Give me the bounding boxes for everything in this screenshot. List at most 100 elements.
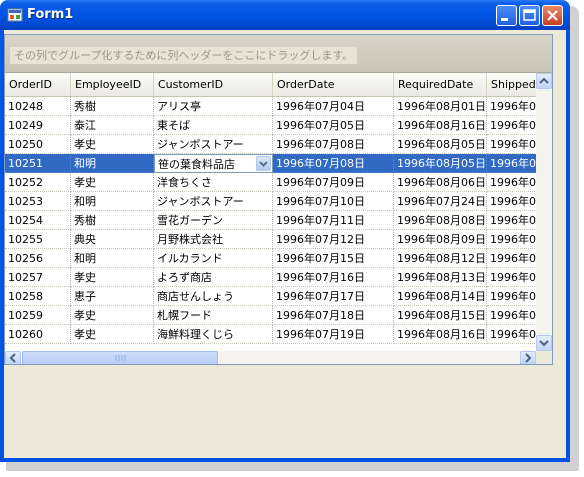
table-cell[interactable]: 孝史 <box>71 268 154 287</box>
table-cell[interactable]: 1996年08月05日 <box>394 154 487 173</box>
table-cell[interactable]: イルカランド <box>154 249 273 268</box>
table-cell[interactable]: 10253 <box>5 192 71 211</box>
scroll-right-button[interactable] <box>520 351 536 364</box>
table-row[interactable]: 10249 泰江 東そば 1996年07月05日 1996年08月16日 1996年07 <box>5 116 536 135</box>
column-header-employeeid[interactable]: EmployeeID <box>71 73 154 96</box>
table-cell[interactable]: 秀樹 <box>71 97 154 116</box>
table-cell[interactable]: 恵子 <box>71 287 154 306</box>
table-cell[interactable]: よろず商店 <box>154 268 273 287</box>
column-header-requireddate[interactable]: RequiredDate <box>394 73 487 96</box>
table-cell[interactable]: 10256 <box>5 249 71 268</box>
table-cell[interactable]: 雪花ガーデン <box>154 211 273 230</box>
scroll-down-button[interactable] <box>536 335 552 351</box>
table-row[interactable]: 10254 秀樹 雪花ガーデン 1996年07月11日 1996年08月08日 1996年… <box>5 211 536 230</box>
table-cell[interactable]: 1996年07月17日 <box>273 287 394 306</box>
combo-dropdown-button[interactable] <box>256 156 271 171</box>
table-cell[interactable]: 1996年07 <box>487 287 536 306</box>
table-cell[interactable]: 1996年08月16日 <box>394 116 487 135</box>
table-cell[interactable]: 海鮮料理くじら <box>154 325 273 344</box>
table-cell[interactable]: 10260 <box>5 325 71 344</box>
table-cell[interactable]: 和明 <box>71 192 154 211</box>
table-cell[interactable]: 1996年07月16日 <box>273 268 394 287</box>
table-cell[interactable]: 10250 <box>5 135 71 154</box>
table-cell[interactable]: 10251 <box>5 154 71 173</box>
table-cell[interactable]: 1996年07月12日 <box>273 230 394 249</box>
table-cell[interactable]: 孝史 <box>71 135 154 154</box>
horizontal-scrollbar[interactable] <box>5 351 536 364</box>
table-cell[interactable]: 1996年07 <box>487 116 536 135</box>
minimize-button[interactable] <box>496 5 517 26</box>
table-cell[interactable]: 1996年07月08日 <box>273 135 394 154</box>
table-cell[interactable]: 孝史 <box>71 325 154 344</box>
table-row[interactable]: 10257 孝史 よろず商店 1996年07月16日 1996年08月13日 1996年0… <box>5 268 536 287</box>
scroll-up-button[interactable] <box>536 73 552 89</box>
table-row[interactable]: 10260 孝史 海鮮料理くじら 1996年07月19日 1996年08月16日 1996… <box>5 325 536 344</box>
table-cell[interactable]: 10259 <box>5 306 71 325</box>
table-cell[interactable]: 1996年07 <box>487 97 536 116</box>
table-cell[interactable]: 1996年07 <box>487 192 536 211</box>
table-cell[interactable]: 1996年07 <box>487 154 536 173</box>
table-cell[interactable]: 東そば <box>154 116 273 135</box>
table-cell[interactable]: 商店せんしょう <box>154 287 273 306</box>
app-icon[interactable] <box>7 7 23 23</box>
table-cell[interactable]: 1996年07 <box>487 325 536 344</box>
table-cell[interactable]: 10248 <box>5 97 71 116</box>
table-cell[interactable]: 1996年08月13日 <box>394 268 487 287</box>
table-row[interactable]: 10251 和明 笹の葉食料品店 1996年07月08日 1996年08月05日 1996… <box>5 154 536 173</box>
table-cell[interactable]: 典央 <box>71 230 154 249</box>
table-cell[interactable]: 1996年07月09日 <box>273 173 394 192</box>
table-cell[interactable]: 1996年07月10日 <box>273 192 394 211</box>
table-cell[interactable]: 1996年08月15日 <box>394 306 487 325</box>
table-cell[interactable]: 1996年07 <box>487 306 536 325</box>
table-cell[interactable]: 1996年08月14日 <box>394 287 487 306</box>
table-cell[interactable]: 1996年07 <box>487 230 536 249</box>
column-header-orderdate[interactable]: OrderDate <box>273 73 394 96</box>
table-row[interactable]: 10258 恵子 商店せんしょう 1996年07月17日 1996年08月14日 1996… <box>5 287 536 306</box>
table-row[interactable]: 10253 和明 ジャンボストアー 1996年07月10日 1996年07月24日 199… <box>5 192 536 211</box>
table-cell[interactable]: 1996年08月05日 <box>394 135 487 154</box>
table-cell[interactable]: 1996年08月06日 <box>394 173 487 192</box>
table-cell[interactable]: 札幌フード <box>154 306 273 325</box>
table-cell[interactable]: 1996年08月09日 <box>394 230 487 249</box>
table-cell[interactable]: 和明 <box>71 249 154 268</box>
table-row[interactable]: 10250 孝史 ジャンボストアー 1996年07月08日 1996年08月05日 199… <box>5 135 536 154</box>
table-cell[interactable]: 1996年07 <box>487 249 536 268</box>
table-cell[interactable]: 洋食ちくさ <box>154 173 273 192</box>
column-header-customerid[interactable]: CustomerID <box>154 73 273 96</box>
table-cell[interactable]: 1996年07 <box>487 173 536 192</box>
table-cell[interactable]: 10252 <box>5 173 71 192</box>
customer-combo-editor[interactable]: 笹の葉食料品店 <box>154 154 273 173</box>
table-cell[interactable]: 1996年07月08日 <box>273 154 394 173</box>
table-cell[interactable]: 10249 <box>5 116 71 135</box>
table-cell[interactable]: 10255 <box>5 230 71 249</box>
table-cell[interactable]: 1996年08月16日 <box>394 325 487 344</box>
table-cell[interactable]: 1996年07 <box>487 135 536 154</box>
table-row[interactable]: 10255 典央 月野株式会社 1996年07月12日 1996年08月09日 1996年… <box>5 230 536 249</box>
table-cell[interactable]: 和明 <box>71 154 154 173</box>
table-cell[interactable]: 1996年07月05日 <box>273 116 394 135</box>
horizontal-scroll-thumb[interactable] <box>22 351 218 364</box>
table-cell[interactable]: 孝史 <box>71 173 154 192</box>
scroll-left-button[interactable] <box>5 351 21 364</box>
data-grid[interactable]: その列でグループ化するために列ヘッダーをここにドラッグします。 OrderID E… <box>4 34 553 365</box>
table-cell[interactable]: 秀樹 <box>71 211 154 230</box>
table-row[interactable]: 10252 孝史 洋食ちくさ 1996年07月09日 1996年08月06日 1996年0… <box>5 173 536 192</box>
column-header-orderid[interactable]: OrderID <box>5 73 71 96</box>
table-cell[interactable]: 1996年07月18日 <box>273 306 394 325</box>
table-cell[interactable]: 1996年08月08日 <box>394 211 487 230</box>
title-bar[interactable]: Form1 <box>0 0 570 30</box>
group-by-area[interactable]: その列でグループ化するために列ヘッダーをここにドラッグします。 <box>5 35 552 73</box>
table-cell[interactable]: 1996年08月12日 <box>394 249 487 268</box>
table-cell[interactable]: 泰江 <box>71 116 154 135</box>
table-row[interactable]: 10248 秀樹 アリス亭 1996年07月04日 1996年08月01日 1996年07 <box>5 97 536 116</box>
table-cell[interactable]: 孝史 <box>71 306 154 325</box>
table-cell[interactable]: 1996年08月01日 <box>394 97 487 116</box>
table-cell[interactable]: 1996年07月15日 <box>273 249 394 268</box>
table-row[interactable]: 10256 和明 イルカランド 1996年07月15日 1996年08月12日 1996年… <box>5 249 536 268</box>
table-cell[interactable]: 1996年07 <box>487 268 536 287</box>
table-cell[interactable]: 1996年07月11日 <box>273 211 394 230</box>
table-row[interactable]: 10259 孝史 札幌フード 1996年07月18日 1996年08月15日 1996年0… <box>5 306 536 325</box>
table-cell[interactable]: アリス亭 <box>154 97 273 116</box>
vertical-scrollbar[interactable] <box>536 73 552 351</box>
table-cell[interactable]: ジャンボストアー <box>154 192 273 211</box>
